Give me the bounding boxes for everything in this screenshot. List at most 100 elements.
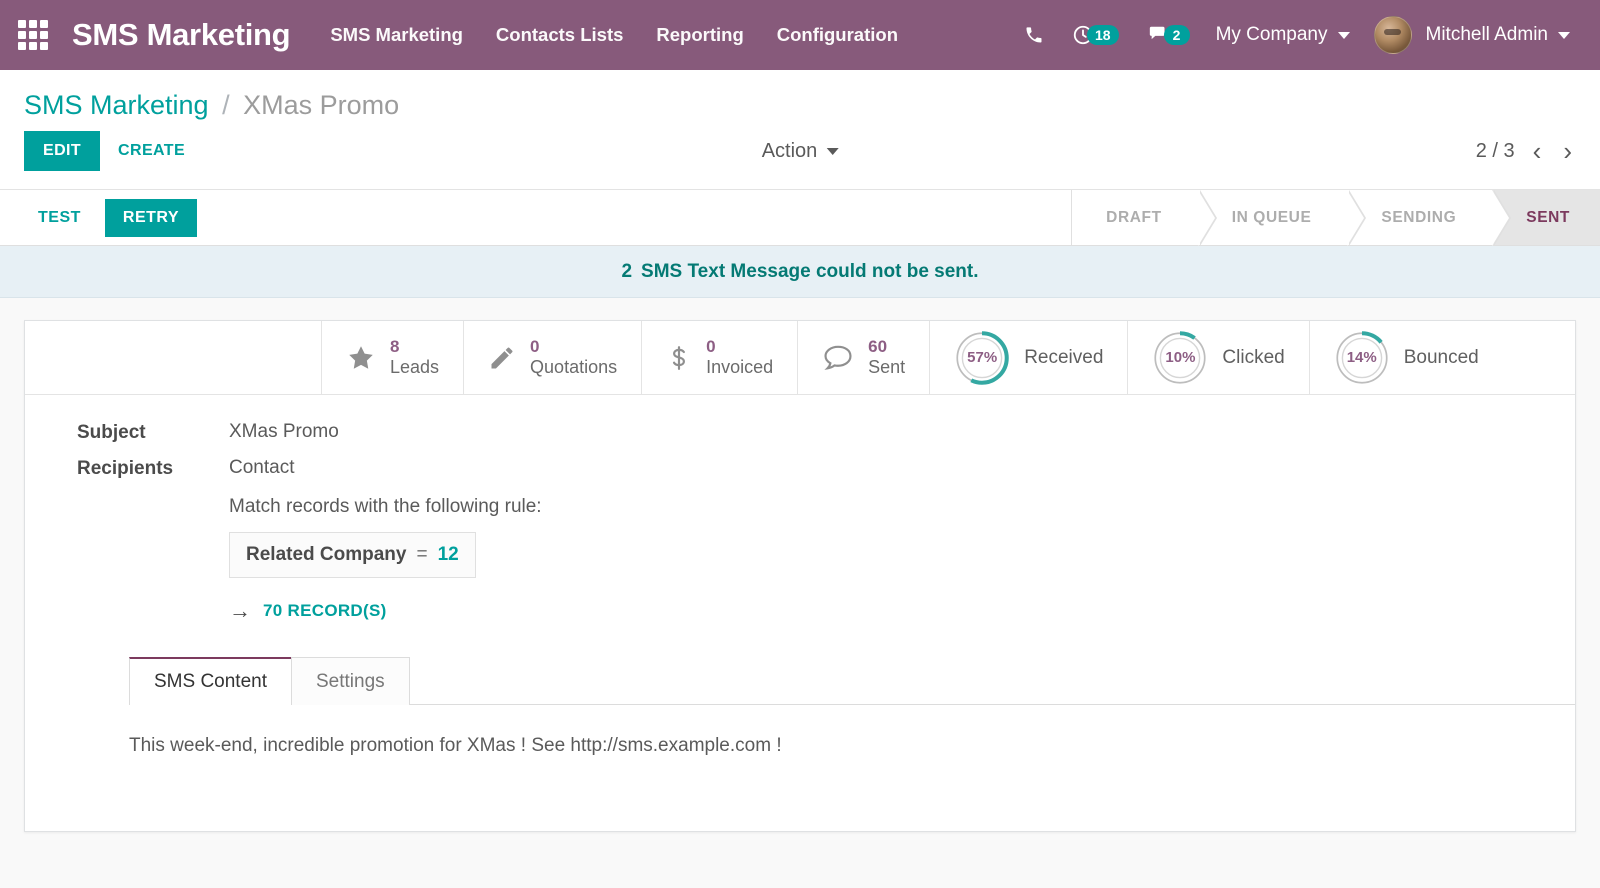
stat-button-quotations[interactable]: 0 Quotations (463, 321, 641, 394)
field-recipients: Recipients Contact (77, 457, 1575, 480)
breadcrumb-current: XMas Promo (243, 90, 399, 120)
stat-label-received: Received (1024, 347, 1103, 369)
stat-value-leads: 8 (390, 337, 439, 357)
activities-count-badge: 18 (1087, 25, 1119, 45)
chevron-down-icon (1338, 32, 1350, 39)
stat-label-clicked: Clicked (1222, 347, 1284, 369)
action-dropdown-label: Action (762, 140, 818, 163)
pencil-icon (488, 344, 516, 372)
domain-condition-chip[interactable]: Related Company = 12 (229, 532, 476, 578)
company-switcher[interactable]: My Company (1204, 24, 1362, 46)
notebook-tab-strip: SMS Content Settings (129, 656, 1575, 705)
stat-value-sent: 60 (868, 337, 905, 357)
recipients-value[interactable]: Contact (229, 457, 294, 479)
stat-button-leads[interactable]: 8 Leads (321, 321, 463, 394)
stat-button-bounced[interactable]: 14% Bounced (1309, 321, 1503, 394)
comment-icon (822, 344, 854, 372)
form-body: Subject XMas Promo Recipients Contact Ma… (25, 395, 1575, 757)
stage-draft[interactable]: DRAFT (1072, 190, 1198, 245)
stat-button-invoiced[interactable]: 0 Invoiced (641, 321, 797, 394)
navbar-menu: SMS Marketing Contacts Lists Reporting C… (330, 24, 898, 46)
stat-label-bounced: Bounced (1404, 347, 1479, 369)
pager-previous-button[interactable]: ‹ (1529, 138, 1546, 164)
stat-text: 60 Sent (868, 337, 905, 378)
domain-value: 12 (438, 544, 459, 566)
pager-count: 2 / 3 (1476, 140, 1515, 163)
domain-rule-text: Match records with the following rule: (229, 496, 1575, 518)
pager-next-button[interactable]: › (1559, 138, 1576, 164)
stat-buttons-row: 8 Leads 0 Quotations (25, 321, 1575, 395)
stat-label-invoiced: Invoiced (706, 357, 773, 378)
chevron-down-icon (1558, 32, 1570, 39)
create-button[interactable]: CREATE (100, 131, 203, 171)
arrow-right-icon: → (229, 600, 251, 622)
stage-sending[interactable]: SENDING (1347, 190, 1492, 245)
company-name: My Company (1216, 24, 1328, 46)
recipients-label: Recipients (77, 457, 229, 480)
domain-field-name: Related Company (246, 544, 406, 566)
stat-text: 8 Leads (390, 337, 439, 378)
sheet-container: 8 Leads 0 Quotations (0, 298, 1600, 832)
messages-count-badge: 2 (1164, 25, 1190, 45)
breadcrumb-separator: / (222, 90, 230, 120)
sms-body-text[interactable]: This week-end, incredible promotion for … (129, 705, 1575, 757)
alert-message: SMS Text Message could not be sent. (641, 261, 979, 283)
tab-sms-content[interactable]: SMS Content (129, 657, 292, 705)
retry-button[interactable]: RETRY (105, 199, 197, 237)
dollar-icon (666, 343, 692, 373)
chevron-down-icon (826, 148, 838, 155)
breadcrumb-row: SMS Marketing / XMas Promo (0, 70, 1600, 125)
menu-item-contacts-lists[interactable]: Contacts Lists (496, 24, 623, 46)
phone-icon[interactable] (1010, 25, 1058, 45)
records-count-link[interactable]: → 70 RECORD(S) (229, 600, 1575, 622)
control-panel-buttons: EDIT CREATE Action 2 / 3 ‹ › (0, 125, 1600, 189)
stage-in-queue[interactable]: IN QUEUE (1198, 190, 1348, 245)
record-sheet: 8 Leads 0 Quotations (24, 320, 1576, 832)
stat-button-received[interactable]: 57% Received (929, 321, 1127, 394)
messages-icon-group[interactable]: 2 (1133, 24, 1204, 46)
domain-operator: = (416, 544, 427, 566)
stage-pipeline: DRAFT IN QUEUE SENDING SENT (1071, 190, 1600, 245)
bounced-gauge: 14% (1334, 330, 1390, 386)
stat-label-leads: Leads (390, 357, 439, 378)
stat-value-quotations: 0 (530, 337, 617, 357)
subject-label: Subject (77, 421, 229, 444)
pager: 2 / 3 ‹ › (1476, 138, 1576, 164)
edit-button[interactable]: EDIT (24, 131, 100, 171)
stat-text: 0 Invoiced (706, 337, 773, 378)
navbar-right-tools: 18 2 My Company Mitchell Admin (1010, 16, 1582, 54)
stat-button-clicked[interactable]: 10% Clicked (1127, 321, 1308, 394)
status-bar: TEST RETRY DRAFT IN QUEUE SENDING SENT (0, 190, 1600, 246)
notebook: SMS Content Settings This week-end, incr… (129, 656, 1575, 757)
apps-grid-icon[interactable] (16, 18, 50, 52)
records-count-label: 70 RECORD(S) (263, 601, 387, 621)
stat-value-invoiced: 0 (706, 337, 773, 357)
stat-row-spacer (25, 321, 321, 394)
breadcrumb: SMS Marketing / XMas Promo (24, 90, 1576, 121)
received-percent: 57% (954, 330, 1010, 386)
app-brand-title[interactable]: SMS Marketing (72, 17, 290, 53)
menu-item-reporting[interactable]: Reporting (656, 24, 743, 46)
tab-settings[interactable]: Settings (291, 657, 410, 705)
subject-value[interactable]: XMas Promo (229, 421, 339, 443)
bounced-percent: 14% (1334, 330, 1390, 386)
breadcrumb-root[interactable]: SMS Marketing (24, 90, 209, 120)
stat-text: 0 Quotations (530, 337, 617, 378)
star-icon (346, 343, 376, 373)
menu-item-sms-marketing[interactable]: SMS Marketing (330, 24, 463, 46)
stat-button-sent[interactable]: 60 Sent (797, 321, 929, 394)
control-panel: SMS Marketing / XMas Promo EDIT CREATE A… (0, 70, 1600, 190)
clicked-gauge: 10% (1152, 330, 1208, 386)
stat-label-sent: Sent (868, 357, 905, 378)
stat-label-quotations: Quotations (530, 357, 617, 378)
received-gauge: 57% (954, 330, 1010, 386)
menu-item-configuration[interactable]: Configuration (777, 24, 898, 46)
activities-icon-group[interactable]: 18 (1058, 24, 1133, 46)
user-menu[interactable]: Mitchell Admin (1362, 16, 1583, 54)
failure-alert-banner: 2 SMS Text Message could not be sent. (0, 246, 1600, 298)
alert-count: 2 (621, 261, 632, 283)
clicked-percent: 10% (1152, 330, 1208, 386)
user-name: Mitchell Admin (1426, 24, 1549, 46)
test-button[interactable]: TEST (24, 199, 95, 237)
action-dropdown[interactable]: Action (762, 140, 839, 163)
